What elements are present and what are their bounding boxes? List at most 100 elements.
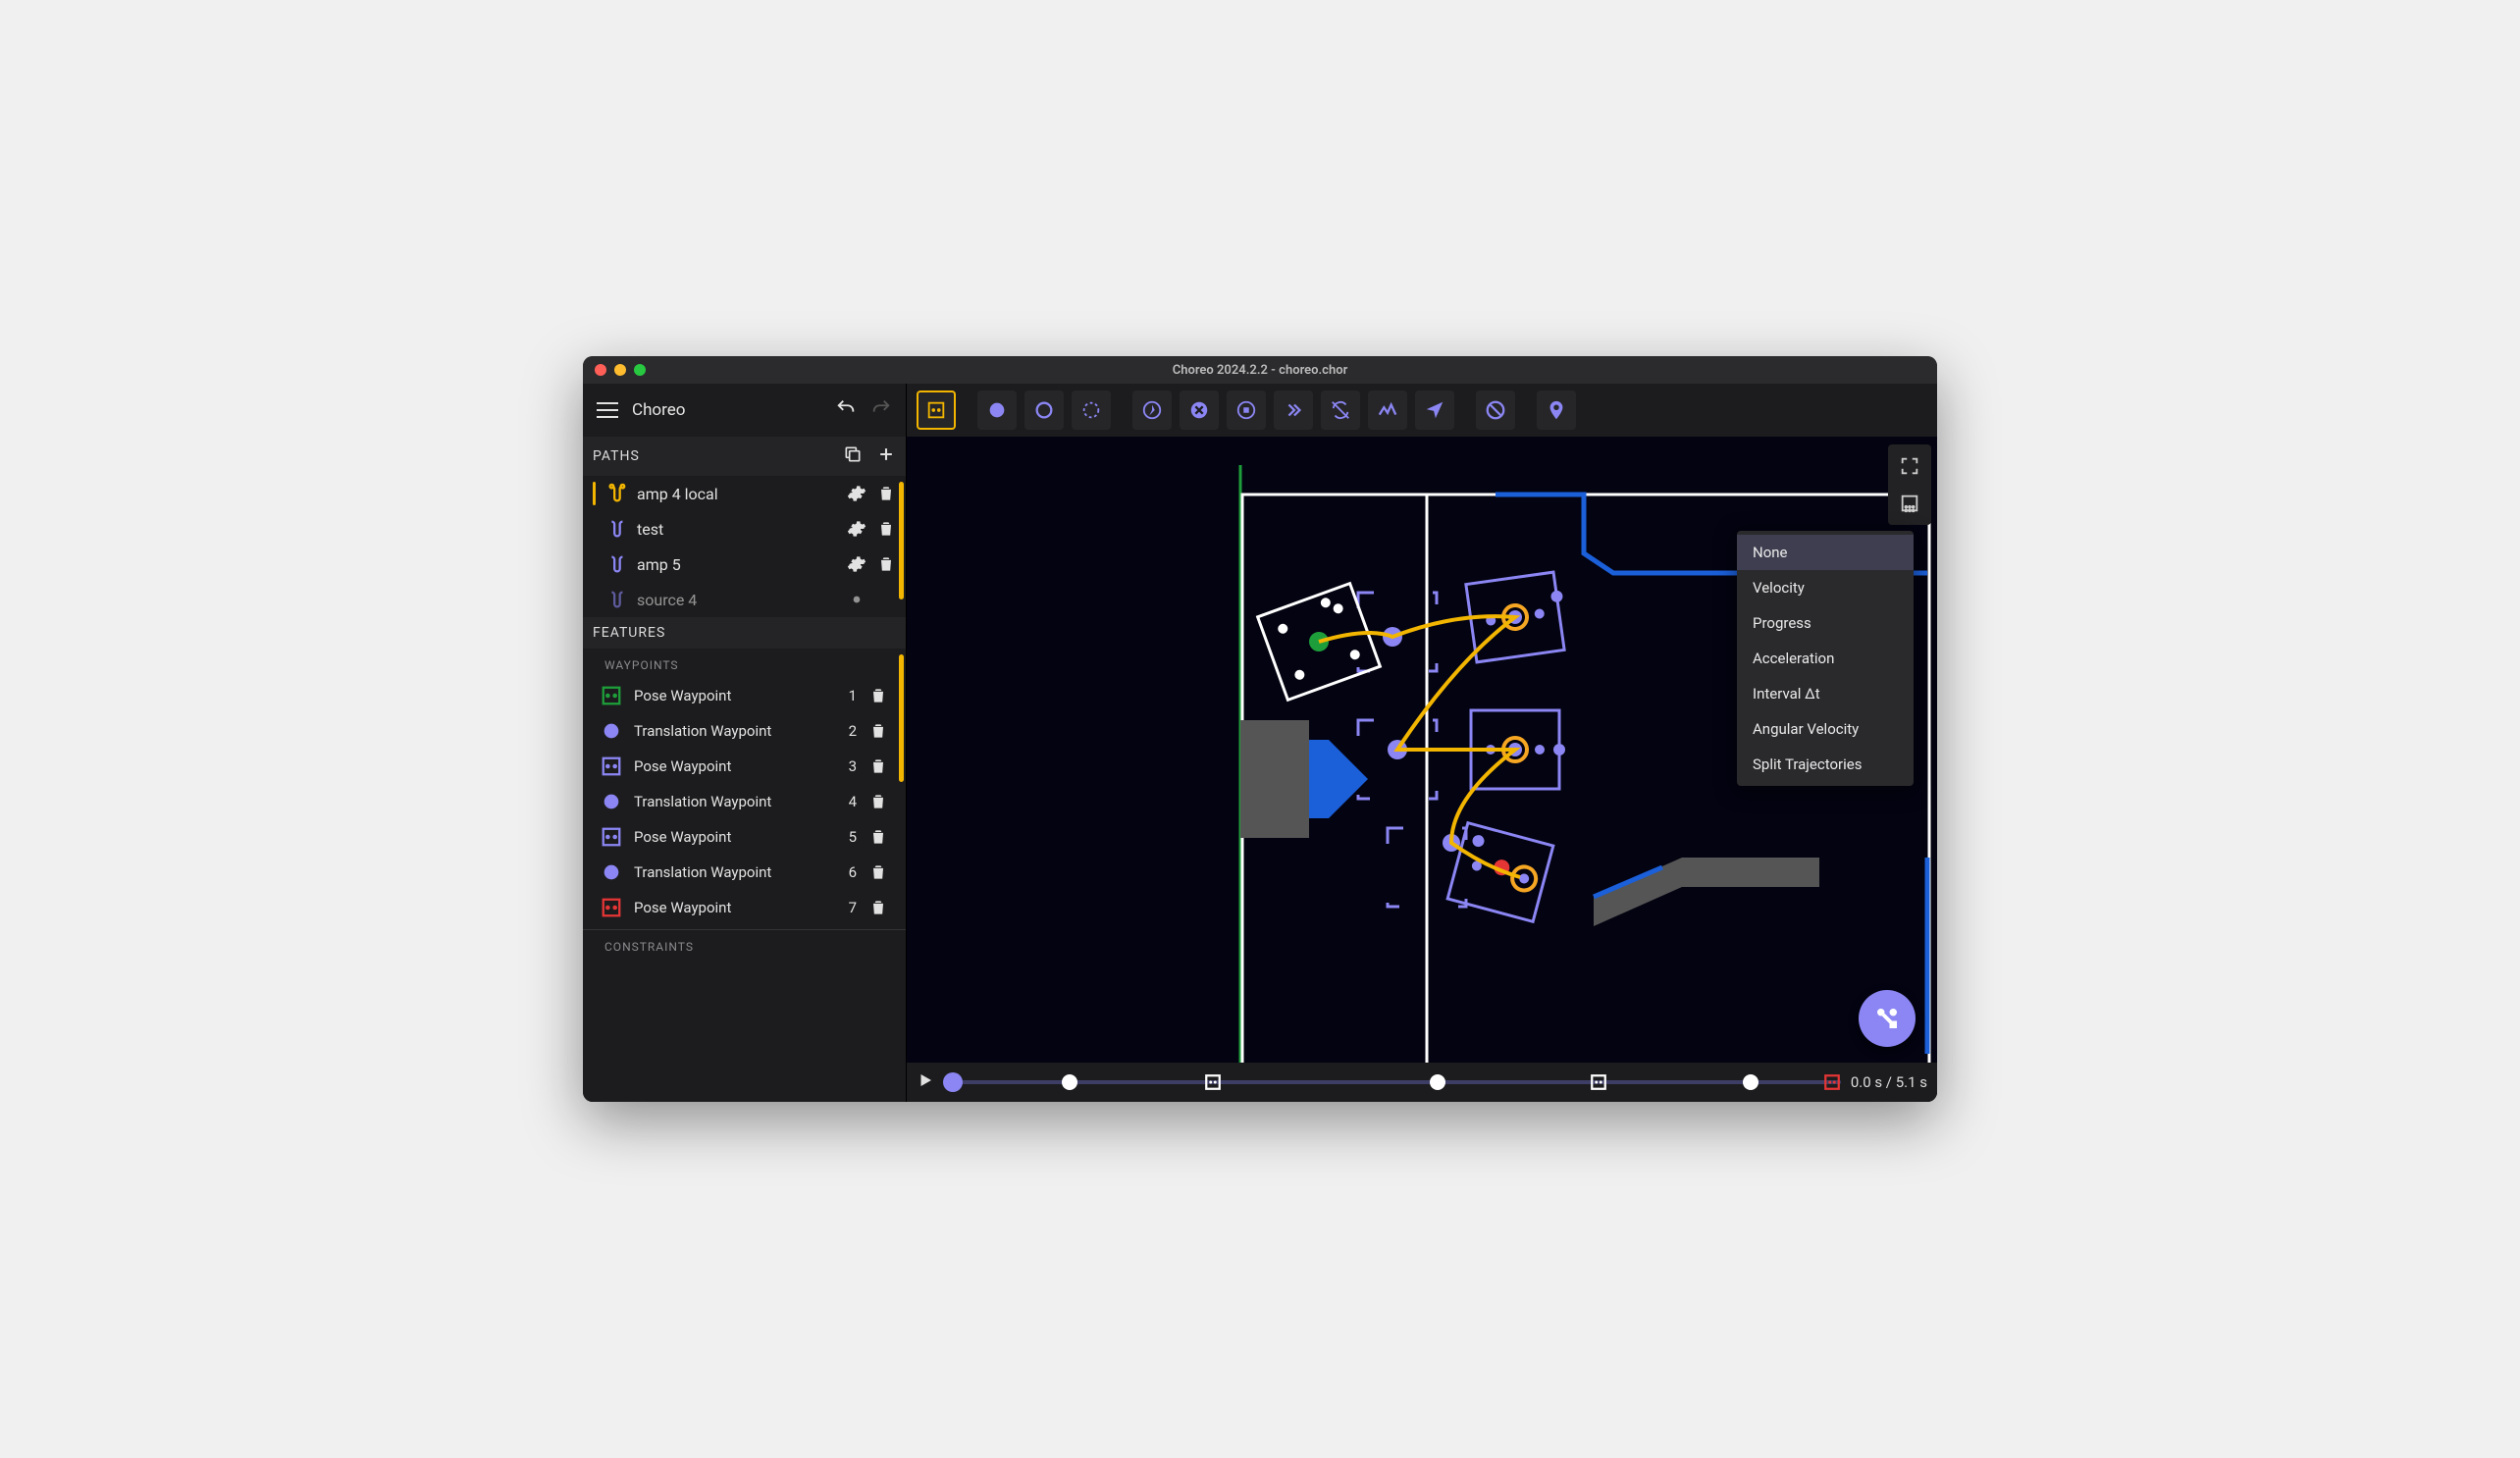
trash-icon[interactable] bbox=[868, 827, 888, 847]
path-tool[interactable] bbox=[1368, 391, 1407, 430]
waypoint-label: Pose Waypoint bbox=[634, 828, 827, 846]
waypoint-label: Pose Waypoint bbox=[634, 687, 827, 704]
maximize-window-button[interactable] bbox=[634, 364, 646, 376]
cancel-tool[interactable] bbox=[1180, 391, 1219, 430]
time-label: 0.0 s / 5.1 s bbox=[1851, 1073, 1927, 1091]
rotate-tool[interactable] bbox=[1072, 391, 1111, 430]
location-tool[interactable] bbox=[1537, 391, 1576, 430]
timeline-pose-marker[interactable] bbox=[1203, 1072, 1223, 1092]
play-button[interactable] bbox=[917, 1071, 934, 1093]
sidebar: Choreo PATHS bbox=[583, 384, 907, 1102]
waypoint-row[interactable]: Translation Waypoint 6 bbox=[583, 855, 906, 890]
path-name: amp 4 local bbox=[637, 485, 837, 503]
undo-button[interactable] bbox=[835, 397, 857, 423]
undo-redo-group bbox=[835, 397, 892, 423]
paths-header: PATHS bbox=[583, 437, 906, 476]
overlay-menu-item[interactable]: Angular Velocity bbox=[1737, 711, 1914, 747]
waypoint-row[interactable]: Translation Waypoint 2 bbox=[583, 713, 906, 749]
trash-icon[interactable] bbox=[876, 554, 896, 574]
trash-icon[interactable] bbox=[868, 862, 888, 882]
trash-icon[interactable] bbox=[868, 756, 888, 776]
select-tool[interactable] bbox=[917, 391, 956, 430]
waypoint-label: Translation Waypoint bbox=[634, 722, 827, 740]
trash-icon[interactable] bbox=[868, 686, 888, 705]
navigate-tool[interactable] bbox=[1415, 391, 1454, 430]
grid-toggle-button[interactable] bbox=[1894, 488, 1925, 519]
path-row[interactable]: source 4 bbox=[583, 582, 906, 617]
trash-icon[interactable] bbox=[868, 721, 888, 741]
waypoint-row[interactable]: Pose Waypoint 3 bbox=[583, 749, 906, 784]
gear-icon[interactable] bbox=[847, 519, 866, 539]
waypoint-label: Pose Waypoint bbox=[634, 899, 827, 916]
menu-button[interactable] bbox=[597, 402, 618, 418]
block-tool[interactable] bbox=[1476, 391, 1515, 430]
trash-icon[interactable] bbox=[876, 519, 896, 539]
trash-icon[interactable] bbox=[868, 898, 888, 917]
trash-icon[interactable] bbox=[876, 590, 896, 609]
gear-icon[interactable] bbox=[847, 554, 866, 574]
features-list[interactable]: WAYPOINTS Pose Waypoint 1 Translation Wa… bbox=[583, 649, 906, 1102]
overlay-menu-item[interactable]: Split Trajectories bbox=[1737, 747, 1914, 782]
compass-tool[interactable] bbox=[1132, 391, 1172, 430]
add-path-button[interactable] bbox=[876, 444, 896, 468]
translation-waypoint-icon bbox=[601, 861, 622, 883]
waypoint-row[interactable]: Translation Waypoint 4 bbox=[583, 784, 906, 819]
overlay-menu-item[interactable]: Acceleration bbox=[1737, 641, 1914, 676]
toolbar bbox=[907, 384, 1937, 437]
overlay-menu-item[interactable]: Interval Δt bbox=[1737, 676, 1914, 711]
overlay-menu-item[interactable]: Velocity bbox=[1737, 570, 1914, 605]
paths-list[interactable]: amp 4 local test amp 5 bbox=[583, 476, 906, 617]
titlebar: Choreo 2024.2.2 - choreo.chor bbox=[583, 356, 1937, 384]
timeline-pose-marker[interactable] bbox=[1589, 1072, 1608, 1092]
waypoint-row[interactable]: Pose Waypoint 1 bbox=[583, 678, 906, 713]
waypoint-label: Pose Waypoint bbox=[634, 757, 827, 775]
path-row[interactable]: amp 4 local bbox=[583, 476, 906, 511]
waypoint-label: Translation Waypoint bbox=[634, 793, 827, 810]
waypoint-label: Translation Waypoint bbox=[634, 863, 827, 881]
gear-icon[interactable] bbox=[847, 590, 866, 609]
path-name: source 4 bbox=[637, 591, 837, 609]
redo-button[interactable] bbox=[870, 397, 892, 423]
trash-icon[interactable] bbox=[868, 792, 888, 811]
app-name: Choreo bbox=[632, 400, 821, 420]
timeline-track[interactable] bbox=[944, 1080, 1841, 1084]
traffic-lights bbox=[595, 364, 646, 376]
view-tools bbox=[1888, 444, 1931, 525]
features-header-label: FEATURES bbox=[593, 625, 665, 641]
path-row[interactable]: test bbox=[583, 511, 906, 547]
duplicate-path-button[interactable] bbox=[843, 444, 863, 468]
circle-fill-tool[interactable] bbox=[977, 391, 1017, 430]
timeline-marker[interactable] bbox=[1430, 1074, 1445, 1090]
sidebar-header: Choreo bbox=[583, 384, 906, 437]
sync-off-tool[interactable] bbox=[1321, 391, 1360, 430]
pose-waypoint-icon bbox=[601, 685, 622, 706]
trash-icon[interactable] bbox=[876, 484, 896, 503]
fit-view-button[interactable] bbox=[1894, 450, 1925, 482]
minimize-window-button[interactable] bbox=[614, 364, 626, 376]
pose-waypoint-icon bbox=[601, 897, 622, 918]
skip-tool[interactable] bbox=[1274, 391, 1313, 430]
close-window-button[interactable] bbox=[595, 364, 606, 376]
timeline-playhead[interactable] bbox=[943, 1072, 963, 1092]
circle-outline-tool[interactable] bbox=[1024, 391, 1064, 430]
translation-waypoint-icon bbox=[601, 720, 622, 742]
translation-waypoint-icon bbox=[601, 791, 622, 812]
main-area: None Velocity Progress Acceleration Inte… bbox=[907, 384, 1937, 1102]
generate-button[interactable] bbox=[1859, 990, 1916, 1047]
timeline-marker[interactable] bbox=[1062, 1074, 1077, 1090]
stop-tool[interactable] bbox=[1227, 391, 1266, 430]
timeline: 0.0 s / 5.1 s bbox=[907, 1063, 1937, 1102]
overlay-menu-item[interactable]: None bbox=[1737, 535, 1914, 570]
features-header: FEATURES bbox=[583, 617, 906, 649]
gear-icon[interactable] bbox=[847, 484, 866, 503]
waypoint-row[interactable]: Pose Waypoint 5 bbox=[583, 819, 906, 855]
waypoint-row[interactable]: Pose Waypoint 7 bbox=[583, 890, 906, 925]
paths-header-label: PATHS bbox=[593, 448, 640, 464]
path-row[interactable]: amp 5 bbox=[583, 547, 906, 582]
waypoint-index: 2 bbox=[839, 722, 857, 740]
timeline-marker[interactable] bbox=[1743, 1074, 1759, 1090]
field-canvas[interactable]: None Velocity Progress Acceleration Inte… bbox=[907, 437, 1937, 1102]
timeline-end-marker[interactable] bbox=[1822, 1072, 1842, 1092]
overlay-menu-item[interactable]: Progress bbox=[1737, 605, 1914, 641]
waypoints-subheader: WAYPOINTS bbox=[583, 649, 906, 678]
